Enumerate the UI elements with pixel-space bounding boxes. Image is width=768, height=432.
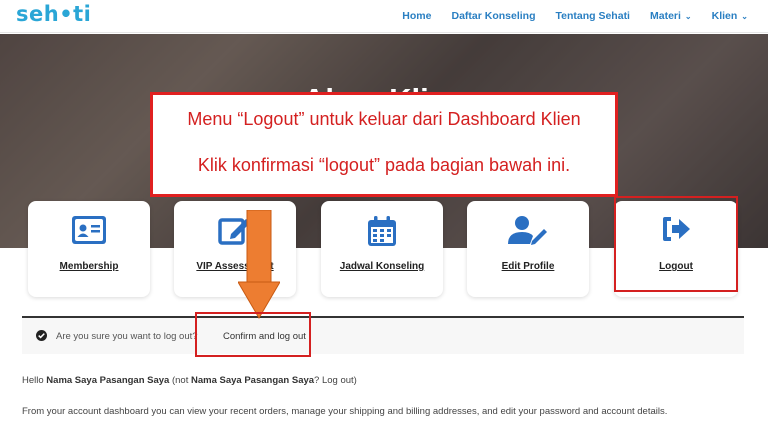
nav-klien-label: Klien [711,10,738,22]
nav-home[interactable]: Home [402,10,431,22]
card-edit-profile[interactable]: Edit Profile [467,201,589,297]
callout-line-2: Klik konfirmasi “logout” pada bagian baw… [197,155,571,175]
nav-materi-label: Materi [649,10,681,22]
confirm-highlight-box [195,312,311,357]
account-details-link[interactable]: edit your password and account details [500,406,664,417]
dash-text-4: . [664,406,668,417]
instruction-callout: Menu “Logout” untuk keluar dari Dashboar… [150,92,618,197]
card-edit-profile-label: Edit Profile [501,261,555,272]
id-card-icon [28,215,150,245]
dash-text-3: , and [476,406,501,417]
greeting-text: Hello Nama Saya Pasangan Saya (not Nama … [22,375,357,386]
arrow-down-icon [238,210,280,319]
card-membership-label: Membership [59,261,119,272]
recent-orders-link[interactable]: recent orders [230,406,286,417]
nav-daftar-konseling[interactable]: Daftar Konseling [451,10,535,22]
logout-confirmation-notice: Are you sure you want to log out? Confir… [22,316,744,354]
dashboard-description: From your account dashboard you can view… [22,406,667,417]
chevron-down-icon: ⌄ [741,12,748,21]
card-jadwal-konseling-label: Jadwal Konseling [339,261,425,272]
greeting-prefix: Hello [22,375,47,386]
logout-question: Are you sure you want to log out? [56,331,198,342]
calendar-icon [321,215,443,246]
addresses-link[interactable]: shipping and billing addresses [349,406,476,417]
site-logo[interactable]: seh•ti [16,2,91,26]
user-name: Nama Saya Pasangan Saya [46,375,170,386]
greeting-mid: (not [169,375,191,386]
dash-text-2: , manage your [286,406,350,417]
dash-text-1: From your account dashboard you can view… [22,406,231,417]
user-edit-icon [467,215,589,245]
greeting-logout-link[interactable]: ? Log out [314,375,354,386]
check-circle-icon [36,330,47,344]
user-name-2: Nama Saya Pasangan Saya [191,375,315,386]
nav-tentang-sehati[interactable]: Tentang Sehati [556,10,630,22]
card-jadwal-konseling[interactable]: Jadwal Konseling [321,201,443,297]
nav-klien[interactable]: Klien ⌄ [712,10,748,22]
nav-materi[interactable]: Materi ⌄ [650,10,692,22]
card-membership[interactable]: Membership [28,201,150,297]
greeting-suffix: ) [353,375,357,386]
chevron-down-icon: ⌄ [684,12,692,21]
logout-highlight-box [614,196,738,292]
main-nav: Home Daftar Konseling Tentang Sehati Mat… [402,10,748,22]
callout-line-1: Menu “Logout” untuk keluar dari Dashboar… [187,109,581,129]
site-header: seh•ti Home Daftar Konseling Tentang Seh… [0,0,768,33]
